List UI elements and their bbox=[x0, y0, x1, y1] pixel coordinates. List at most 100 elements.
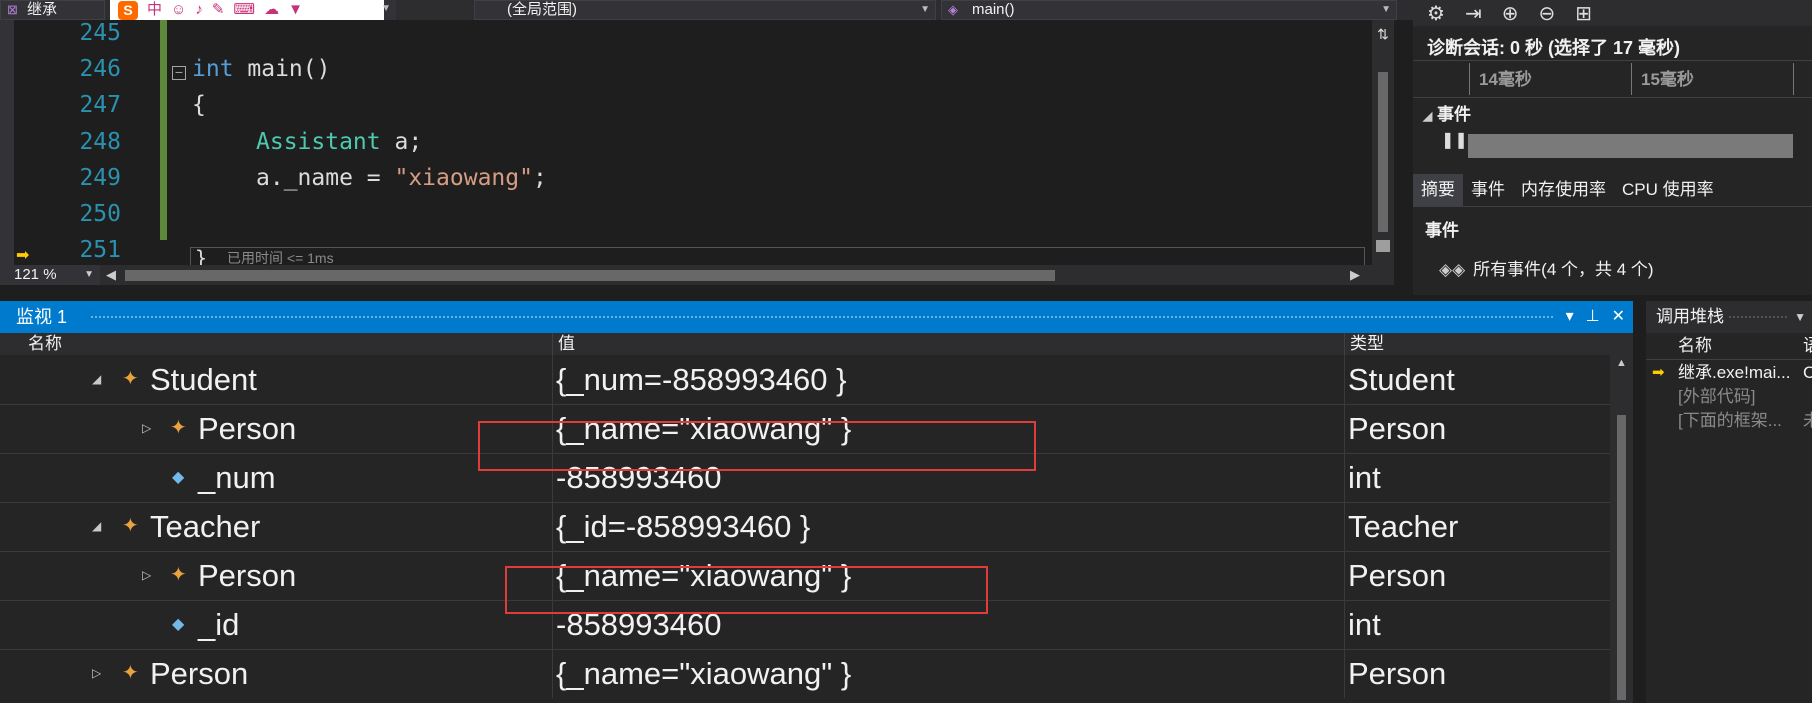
column-language[interactable]: 语 bbox=[1803, 333, 1812, 359]
watch-value[interactable]: {_name="xiaowang" } bbox=[556, 649, 851, 698]
column-divider[interactable] bbox=[552, 333, 553, 355]
column-value[interactable]: 值 bbox=[558, 333, 575, 355]
column-name[interactable]: 名称 bbox=[1678, 333, 1712, 359]
timeline-tick bbox=[1631, 63, 1632, 95]
column-divider bbox=[1344, 404, 1345, 453]
shirt-icon[interactable]: ▼ bbox=[288, 1, 303, 19]
code-text: main() bbox=[233, 56, 331, 82]
diamond-chain-icon: ◈◈ bbox=[1439, 260, 1466, 279]
callstack-titlebar[interactable]: 调用堆栈 ▼ bbox=[1646, 301, 1812, 333]
all-events-label: 所有事件(4 个，共 4 个) bbox=[1473, 260, 1654, 279]
watch-name: _num bbox=[198, 460, 276, 495]
expand-arrow-icon[interactable]: ▷ bbox=[142, 551, 151, 600]
callstack-frame[interactable]: ➡ 继承.exe!mai... C bbox=[1646, 361, 1812, 385]
elapsed-time-label: 已用时间 <= 1ms bbox=[227, 250, 334, 266]
frame-name: [下面的框架... bbox=[1678, 411, 1782, 430]
expand-arrow-icon[interactable]: ▷ bbox=[142, 404, 151, 453]
project-dropdown[interactable]: ⊠ 继承 bbox=[0, 0, 105, 20]
scrollbar-thumb[interactable] bbox=[1617, 415, 1626, 700]
diagnostic-tools-pane: ⚙ ⇥ ⊕ ⊖ ⊞ 诊断会话: 0 秒 (选择了 17 毫秒) 14毫秒 15毫… bbox=[1413, 0, 1812, 295]
code-line[interactable]: Assistant a; bbox=[256, 129, 422, 155]
column-divider bbox=[1344, 649, 1345, 698]
scroll-up-icon[interactable]: ▲ bbox=[1616, 357, 1627, 369]
split-window-icon[interactable]: ⇅ bbox=[1376, 26, 1390, 43]
watch-row[interactable]: ◢ ✦ Student {_num=-858993460 } Student bbox=[0, 355, 1610, 405]
scrollbar-thumb[interactable] bbox=[1378, 72, 1388, 232]
microphone-icon[interactable]: ♪ bbox=[195, 1, 203, 19]
export-icon[interactable]: ⇥ bbox=[1465, 1, 1482, 26]
reset-zoom-icon[interactable]: ⊞ bbox=[1575, 1, 1592, 26]
tab-summary[interactable]: 摘要 bbox=[1413, 174, 1463, 206]
column-divider bbox=[552, 355, 553, 404]
tab-events[interactable]: 事件 bbox=[1463, 174, 1513, 206]
chevron-down-icon[interactable]: ▼ bbox=[1794, 301, 1806, 333]
callstack-frame[interactable]: [下面的框架... 未 bbox=[1646, 409, 1812, 433]
chinese-mode-icon[interactable]: 中 bbox=[147, 1, 162, 19]
chevron-down-icon: ▼ bbox=[1381, 4, 1391, 15]
watch-value[interactable]: {_id=-858993460 } bbox=[556, 502, 810, 551]
drag-grip[interactable] bbox=[1728, 315, 1788, 319]
zoom-dropdown[interactable]: 121 % ▼ bbox=[0, 265, 100, 285]
watch-row[interactable]: ▷ ✦ Person {_name="xiaowang" } Person bbox=[0, 649, 1610, 698]
timeline-tick-label: 14毫秒 bbox=[1479, 70, 1532, 89]
scope-label: (全局范围) bbox=[507, 1, 577, 18]
indicator-margin[interactable] bbox=[0, 20, 14, 265]
diagnostic-session-label: 诊断会话: 0 秒 (选择了 17 毫秒) bbox=[1427, 38, 1681, 58]
column-divider bbox=[1344, 355, 1345, 404]
column-name[interactable]: 名称 bbox=[28, 333, 62, 355]
collapse-toggle[interactable]: − bbox=[172, 65, 186, 80]
scroll-left-icon[interactable]: ◀ bbox=[106, 265, 116, 285]
collapse-arrow-icon[interactable]: ◢ bbox=[92, 502, 101, 551]
zoom-out-icon[interactable]: ⊖ bbox=[1538, 1, 1555, 26]
column-divider[interactable] bbox=[1344, 333, 1345, 355]
watch-window: 名称 值 类型 ◢ ✦ Student {_num=-858993460 } S… bbox=[0, 333, 1633, 703]
function-dropdown[interactable]: ◈ main() ▼ bbox=[941, 0, 1397, 20]
scope-dropdown[interactable]: (全局范围) ▼ bbox=[474, 0, 936, 20]
code-line[interactable]: int main() bbox=[192, 56, 330, 82]
pause-icon[interactable]: ❚❚ bbox=[1441, 130, 1468, 150]
frame-name: 继承.exe!mai... bbox=[1678, 363, 1791, 382]
column-divider bbox=[1344, 502, 1345, 551]
watch-window-titlebar[interactable]: 监视 1 ▾ ⊥ ✕ bbox=[0, 301, 1633, 333]
frame-name: [外部代码] bbox=[1678, 387, 1756, 406]
skin-icon[interactable]: ☁ bbox=[264, 1, 279, 19]
code-line[interactable]: { bbox=[192, 92, 206, 118]
watch-vertical-scrollbar[interactable]: ▲ bbox=[1610, 355, 1633, 703]
callstack-column-header: 名称 语 bbox=[1646, 333, 1812, 360]
expand-arrow-icon[interactable]: ▷ bbox=[92, 649, 101, 698]
column-type[interactable]: 类型 bbox=[1350, 333, 1384, 355]
scroll-right-icon[interactable]: ▶ bbox=[1350, 265, 1360, 285]
frame-language: C bbox=[1803, 363, 1812, 382]
watch-type: int bbox=[1348, 460, 1381, 495]
watch-row[interactable]: ◢ ✦ Teacher {_id=-858993460 } Teacher bbox=[0, 502, 1610, 552]
highlight-box bbox=[505, 566, 988, 614]
tab-memory[interactable]: 内存使用率 bbox=[1513, 174, 1614, 206]
horizontal-scrollbar-thumb[interactable] bbox=[125, 270, 1055, 281]
pin-icon[interactable]: ⊥ bbox=[1586, 301, 1600, 333]
timeline-ruler[interactable]: 14毫秒 15毫秒 bbox=[1413, 60, 1812, 98]
tab-cpu[interactable]: CPU 使用率 bbox=[1614, 174, 1722, 206]
change-tracking-bar bbox=[160, 20, 167, 240]
close-icon[interactable]: ✕ bbox=[1612, 301, 1625, 333]
emoji-icon[interactable]: ☺ bbox=[171, 1, 186, 19]
sogou-logo-icon: S bbox=[118, 0, 138, 20]
all-events-link[interactable]: ◈◈ 所有事件(4 个，共 4 个) bbox=[1439, 255, 1654, 280]
callstack-frame[interactable]: [外部代码] bbox=[1646, 385, 1812, 409]
collapse-triangle-icon: ◢ bbox=[1423, 109, 1433, 123]
tools-icon[interactable]: ✎ bbox=[212, 1, 225, 19]
project-dropdown-arrow[interactable]: ▼ bbox=[381, 0, 396, 20]
editor-vertical-scrollbar[interactable]: ⇅ bbox=[1372, 20, 1394, 265]
code-text: ; bbox=[532, 165, 547, 191]
gear-icon[interactable]: ⚙ bbox=[1427, 1, 1445, 26]
collapse-arrow-icon[interactable]: ◢ bbox=[92, 355, 101, 404]
zoom-in-icon[interactable]: ⊕ bbox=[1502, 1, 1519, 26]
watch-value[interactable]: {_num=-858993460 } bbox=[556, 355, 846, 404]
chevron-down-icon: ▼ bbox=[84, 269, 94, 280]
ime-toolbar[interactable]: S 中 ☺ ♪ ✎ ⌨ ☁ ▼ bbox=[110, 0, 384, 20]
code-line[interactable]: a._name = "xiaowang"; bbox=[256, 165, 547, 191]
events-header[interactable]: ◢ 事件 bbox=[1423, 100, 1471, 125]
keyboard-icon[interactable]: ⌨ bbox=[233, 1, 255, 19]
drag-grip[interactable] bbox=[90, 315, 1553, 319]
events-track[interactable] bbox=[1468, 134, 1793, 158]
window-menu-icon[interactable]: ▾ bbox=[1566, 301, 1574, 333]
